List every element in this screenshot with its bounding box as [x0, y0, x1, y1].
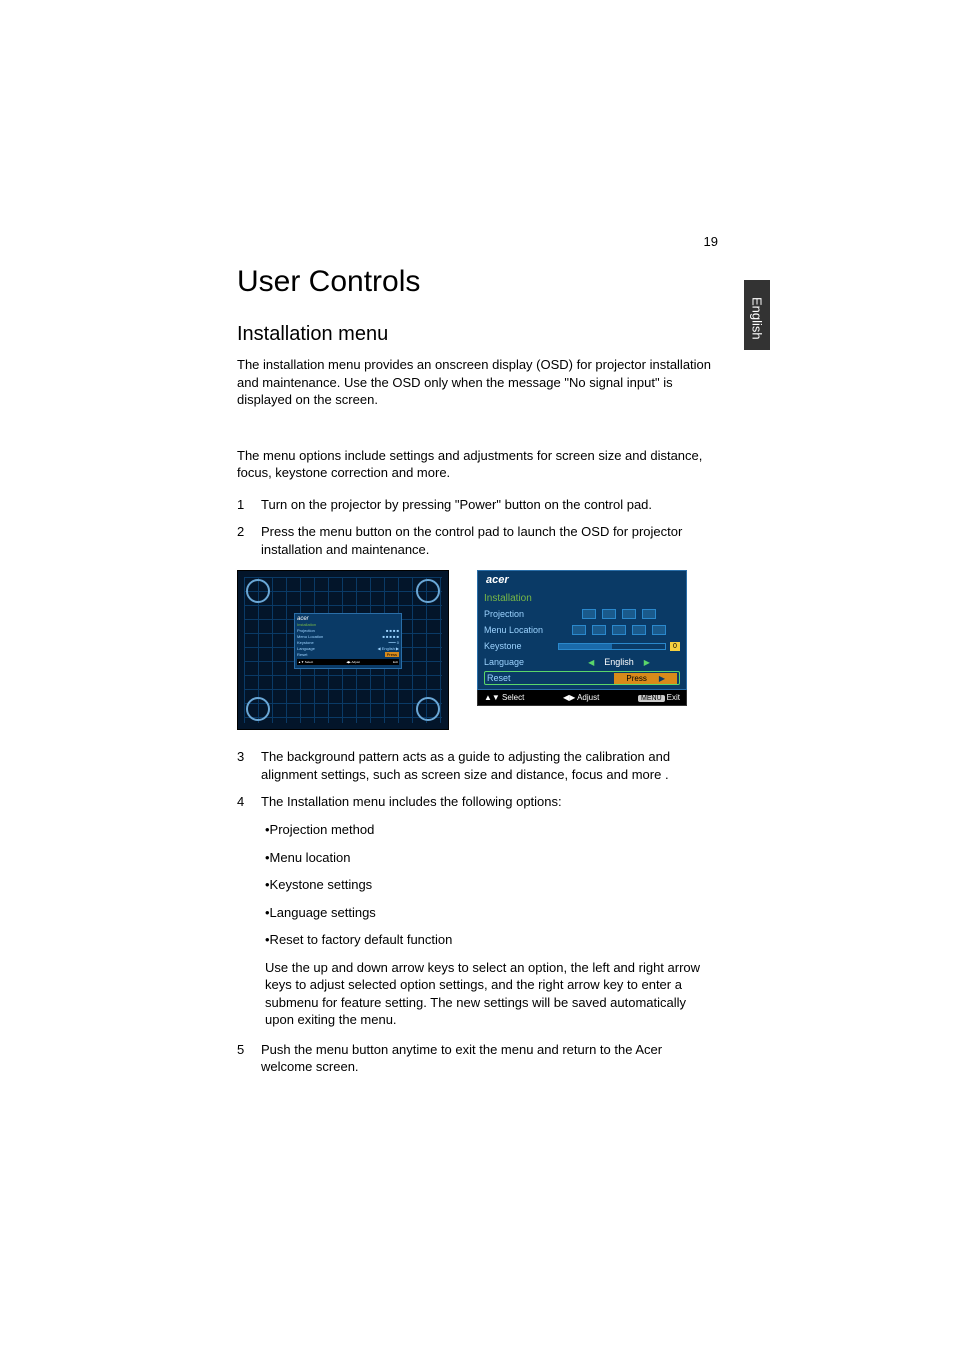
page-number: 19	[704, 234, 718, 249]
projection-mode-icon	[602, 609, 616, 619]
osd-row-menu-location: Menu Location	[484, 623, 680, 637]
bullet-language-settings: •Language settings	[265, 904, 713, 922]
step-text: The background pattern acts as a guide t…	[261, 748, 713, 783]
step-4: 4 The Installation menu includes the fol…	[237, 793, 713, 811]
figure-osd-menu: acer Installation Projection Menu Locati…	[477, 570, 687, 686]
bullet-projection-method: •Projection method	[265, 821, 713, 839]
step-number: 4	[237, 793, 261, 811]
osd-row-label: Keystone	[297, 640, 314, 645]
projection-mode-icon	[582, 609, 596, 619]
brand-logo: acer	[477, 570, 687, 589]
osd-row-label: Menu Location	[484, 625, 554, 635]
step-5: 5 Push the menu button anytime to exit t…	[237, 1041, 713, 1076]
step-text: The Installation menu includes the follo…	[261, 793, 713, 811]
chevron-right-icon: ▶	[659, 674, 665, 683]
step-text: Turn on the projector by pressing "Power…	[261, 496, 713, 514]
osd-body: Installation Projection Menu Location	[477, 589, 687, 690]
keystone-slider	[558, 643, 666, 650]
bullet-reset-factory: •Reset to factory default function	[265, 931, 713, 949]
osd-title: Installation	[484, 593, 680, 604]
osd-row-label: Projection	[297, 628, 315, 633]
projection-mode-icon	[642, 609, 656, 619]
keystone-value: 0	[670, 642, 680, 651]
heading-user-controls: User Controls	[237, 265, 713, 299]
osd-footer: ▲▼ Select ◀▶ Adjust MENUExit	[477, 690, 687, 706]
osd-row-label: Keystone	[484, 641, 554, 651]
osd-row-label: Menu Location	[297, 634, 323, 639]
arrow-left-icon: ◀	[588, 658, 594, 667]
step-3: 3 The background pattern acts as a guide…	[237, 748, 713, 783]
menu-location-icon	[572, 625, 586, 635]
intro-paragraph-1: The installation menu provides an onscre…	[237, 356, 713, 409]
osd-mini-preview: acer Installation Projection■ ■ ■ ■ Menu…	[294, 613, 402, 669]
osd-row-label: Reset	[487, 673, 557, 683]
step-number: 2	[237, 523, 261, 558]
intro-paragraph-2: The menu options include settings and ad…	[237, 447, 713, 482]
heading-installation-menu: Installation menu	[237, 323, 713, 346]
projection-mode-icon	[622, 609, 636, 619]
footer-adjust-hint: ◀▶ Adjust	[563, 693, 599, 702]
osd-row-label: Language	[297, 646, 315, 651]
step-number: 3	[237, 748, 261, 783]
menu-location-icon	[632, 625, 646, 635]
step-number: 5	[237, 1041, 261, 1076]
menu-location-icon	[592, 625, 606, 635]
main-content: User Controls Installation menu The inst…	[237, 265, 713, 1086]
osd-row-keystone: Keystone 0	[484, 639, 680, 653]
osd-row-label: Language	[484, 657, 554, 667]
figure-row: acer Installation Projection■ ■ ■ ■ Menu…	[237, 570, 713, 730]
menu-location-icon	[612, 625, 626, 635]
bullet-keystone-settings: •Keystone settings	[265, 876, 713, 894]
language-side-tab: English	[744, 280, 770, 350]
step-1: 1 Turn on the projector by pressing "Pow…	[237, 496, 713, 514]
language-value: English	[600, 657, 638, 667]
osd-row-language: Language ◀ English ▶	[484, 655, 680, 669]
osd-row-reset: Reset Press ▶	[484, 671, 680, 685]
step-text: Push the menu button anytime to exit the…	[261, 1041, 713, 1076]
arrow-keys-paragraph: Use the up and down arrow keys to select…	[265, 959, 713, 1029]
bullet-menu-location: •Menu location	[265, 849, 713, 867]
footer-select-hint: ▲▼ Select	[484, 693, 524, 702]
osd-row-label: Projection	[484, 609, 554, 619]
menu-button-icon: MENU	[638, 695, 665, 702]
step-2: 2 Press the menu button on the control p…	[237, 523, 713, 558]
osd-title: Installation	[297, 622, 399, 627]
osd-row-projection: Projection	[484, 607, 680, 621]
arrow-right-icon: ▶	[644, 658, 650, 667]
reset-press-button: Press ▶	[614, 673, 677, 684]
osd-row-label: Reset	[297, 652, 307, 657]
menu-location-icon	[652, 625, 666, 635]
step-number: 1	[237, 496, 261, 514]
figure-projection-grid: acer Installation Projection■ ■ ■ ■ Menu…	[237, 570, 449, 730]
step-text: Press the menu button on the control pad…	[261, 523, 713, 558]
footer-exit-hint: MENUExit	[638, 693, 680, 702]
